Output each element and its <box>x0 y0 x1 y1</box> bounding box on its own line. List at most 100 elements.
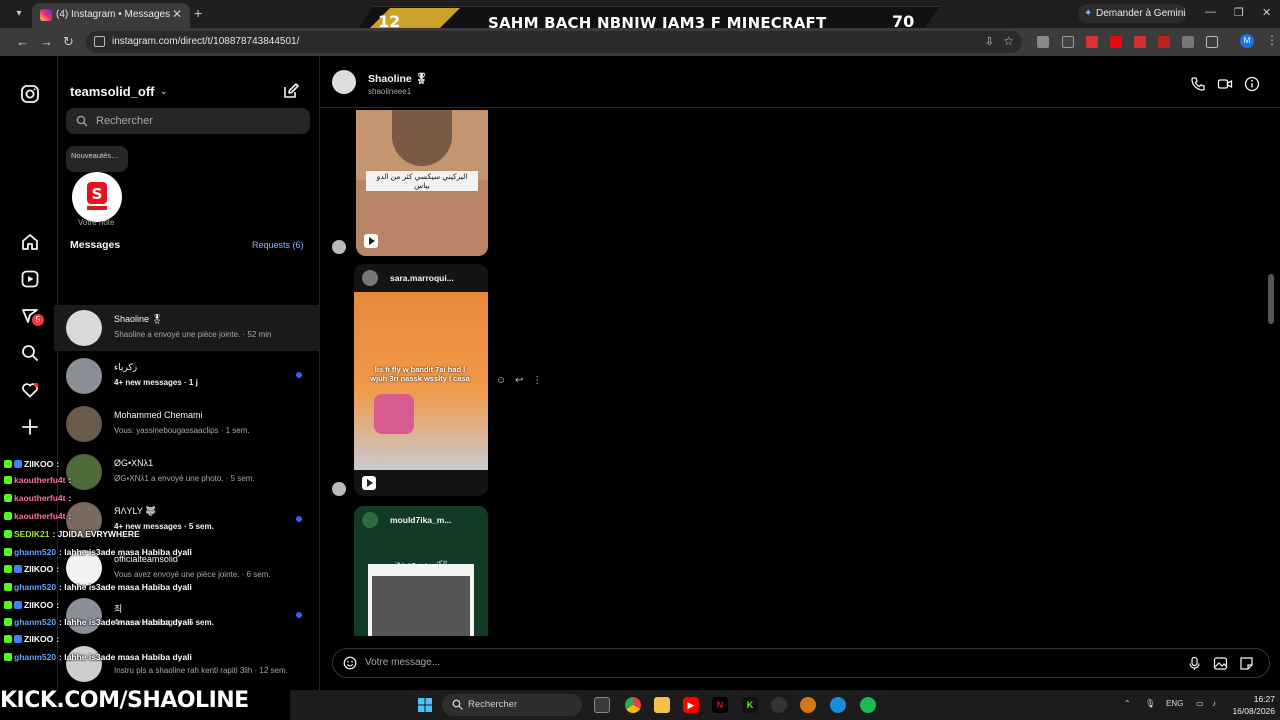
sticker-icon[interactable] <box>1239 656 1254 671</box>
thread-name: Mohammed Chemami <box>114 410 203 420</box>
shared-reel[interactable]: sara.marroqui... lis fi fly w bandit 7ai… <box>354 264 488 496</box>
netflix-icon[interactable]: N <box>712 697 728 713</box>
app-icon[interactable] <box>800 697 816 713</box>
search-icon[interactable] <box>20 343 40 363</box>
message-input[interactable]: Votre message... <box>365 657 440 668</box>
search-placeholder: Rechercher <box>96 115 153 127</box>
chevron-down-icon[interactable]: ⌄ <box>160 86 168 97</box>
url-text[interactable]: instagram.com/direct/t/108878743844501/ <box>112 36 299 47</box>
minimize-icon[interactable]: — <box>1205 6 1216 18</box>
chat-text: lahhe is3ade masa Habiba dyali <box>64 617 192 627</box>
my-note-avatar[interactable]: S <box>72 172 122 222</box>
thread-item[interactable]: Mohammed Chemami Vous: yassinebougassaac… <box>54 401 320 447</box>
extensions-puzzle-icon[interactable] <box>1206 36 1218 48</box>
shared-reel[interactable]: البركيني سيكسي كثر من الدو بياس <box>356 110 488 256</box>
taskbar-search[interactable]: Rechercher <box>442 694 582 716</box>
url-bar[interactable]: instagram.com/direct/t/108878743844501/ … <box>86 31 1022 53</box>
bookmark-star-icon[interactable]: ☆ <box>1003 34 1014 48</box>
profile-avatar[interactable]: M <box>1240 34 1254 48</box>
obs-icon[interactable] <box>771 697 787 713</box>
nav-rail: 5 <box>0 56 58 690</box>
edge-icon[interactable] <box>830 697 846 713</box>
chat-message: ZIIKOO: <box>4 634 59 644</box>
kick-app-icon[interactable]: K <box>742 697 758 713</box>
scroll-thumb[interactable] <box>1268 274 1274 324</box>
more-options-icon[interactable]: ⋮ <box>532 375 542 386</box>
thread-item[interactable]: ØG•XNλ1 ØG•XNλ1 a envoyé une photo. · 5 … <box>54 449 320 495</box>
note-bubble[interactable]: Nouveautés… <box>66 146 128 172</box>
emoji-icon[interactable] <box>343 656 357 670</box>
thread-item[interactable]: زكرياء 4+ new messages · 1 j <box>54 353 320 399</box>
search-input[interactable]: Rechercher <box>66 108 310 134</box>
sender-avatar[interactable] <box>332 482 346 496</box>
volume-icon[interactable]: ♪ <box>1212 699 1216 708</box>
message-composer[interactable]: Votre message... <box>332 648 1270 678</box>
reply-icon[interactable]: ↩ <box>515 375 523 386</box>
thread-preview: Instru pls a shaoline rah kenti rapiti 3… <box>114 666 288 675</box>
gemini-button[interactable]: ✦ Demander à Gemini <box>1078 4 1186 23</box>
create-plus-icon[interactable] <box>20 417 40 437</box>
browser-menu-icon[interactable]: ⋮ <box>1266 33 1278 47</box>
extension-icon[interactable] <box>1182 36 1194 48</box>
image-upload-icon[interactable] <box>1213 656 1228 671</box>
chat-text: lahhe is3ade masa Habiba dyali <box>64 582 192 592</box>
thread-name: ЯΛYLY 🐺 <box>114 506 157 516</box>
account-switcher[interactable]: teamsolid_off <box>70 84 155 99</box>
file-explorer-icon[interactable] <box>654 697 670 713</box>
chat-message: ghanm520: lahhe is3ade masa Habiba dyali <box>4 547 192 557</box>
chat-message: kaoutherfu4t: <box>4 511 71 521</box>
thread-item[interactable]: 죄 4+ new messages · 6 sem. <box>54 593 320 639</box>
windows-start-icon[interactable] <box>418 698 432 712</box>
instagram-logo-icon[interactable] <box>20 84 40 104</box>
extension-icon[interactable] <box>1110 36 1122 48</box>
chat-user: ghanm520 <box>14 547 57 557</box>
shared-reel[interactable]: mould7ika_m... الكثير من حميدة: <box>354 506 488 636</box>
heart-icon[interactable] <box>20 380 40 400</box>
reels-icon[interactable] <box>20 269 40 289</box>
network-icon[interactable]: ▭ <box>1196 699 1204 708</box>
back-arrow-icon[interactable]: ← <box>16 34 29 49</box>
info-icon[interactable] <box>1244 76 1260 92</box>
new-tab-icon[interactable]: + <box>194 5 202 21</box>
install-app-icon[interactable]: ⇩ <box>985 35 994 48</box>
site-info-icon[interactable] <box>94 36 105 47</box>
spotify-icon[interactable] <box>860 697 876 713</box>
extension-icon[interactable] <box>1086 36 1098 48</box>
contact-name[interactable]: Shaoline 🎖 <box>368 72 428 85</box>
phone-call-icon[interactable] <box>1190 76 1206 92</box>
forward-arrow-icon[interactable]: → <box>40 34 53 49</box>
clock[interactable]: 16:27 16/08/2026 <box>1227 693 1275 717</box>
extension-icon[interactable] <box>1134 36 1146 48</box>
contact-avatar[interactable] <box>332 70 356 94</box>
chrome-icon[interactable] <box>625 697 641 713</box>
thread-item[interactable]: Shaoline 🎖 Shaoline a envoyé une pièce j… <box>54 305 320 351</box>
sender-avatar[interactable] <box>332 240 346 254</box>
microphone-icon[interactable] <box>1187 656 1202 671</box>
close-tab-icon[interactable]: ✕ <box>172 7 182 21</box>
conversation-panel: Shaoline 🎖 shaolineee1 البركيني سيكسي كث… <box>320 56 1280 690</box>
home-icon[interactable] <box>20 232 40 252</box>
reload-icon[interactable]: ↻ <box>63 34 74 50</box>
thread-item[interactable]: Instru pls a shaoline rah kenti rapiti 3… <box>54 641 320 687</box>
extension-icon[interactable] <box>1037 36 1049 48</box>
react-emoji-icon[interactable]: ☺ <box>496 375 506 386</box>
youtube-icon[interactable]: ▶ <box>683 697 699 713</box>
conversation-scrollbar[interactable] <box>1268 110 1274 630</box>
maximize-icon[interactable]: ❐ <box>1234 6 1244 19</box>
tab-search-chevron-icon[interactable]: ▾ <box>10 5 28 23</box>
requests-link[interactable]: Requests (6) <box>252 240 304 250</box>
video-call-icon[interactable] <box>1217 76 1233 92</box>
language-indicator[interactable]: ENG <box>1166 699 1183 708</box>
chat-badge-icon <box>4 583 12 591</box>
browser-tab-instagram[interactable]: (4) Instagram • Messages ✕ <box>32 3 190 28</box>
compose-message-icon[interactable] <box>282 82 300 100</box>
task-view-icon[interactable] <box>594 697 610 713</box>
conversation-header: Shaoline 🎖 shaolineee1 <box>320 56 1280 108</box>
extension-icon[interactable] <box>1062 36 1074 48</box>
close-window-icon[interactable]: ✕ <box>1262 6 1271 19</box>
tray-chevron-icon[interactable]: ⌃ <box>1124 699 1131 708</box>
reel-thumbnail-shoe <box>374 394 414 434</box>
play-icon <box>362 476 376 490</box>
extension-icon[interactable] <box>1158 36 1170 48</box>
microphone-tray-icon[interactable]: 🎙 <box>1145 699 1155 708</box>
